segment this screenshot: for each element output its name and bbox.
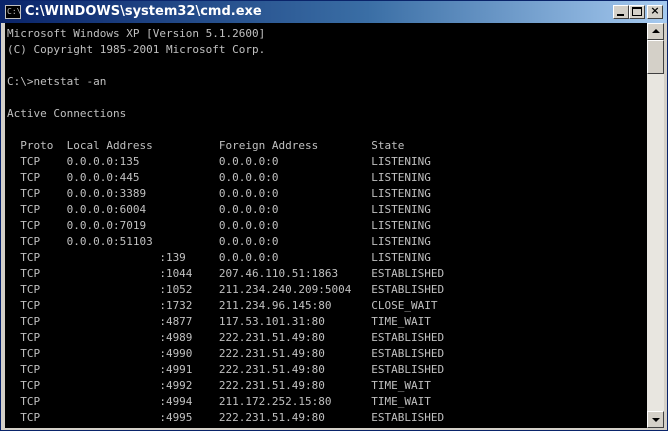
console-line: TCP 0.0.0.0:445 0.0.0.0:0 LISTENING	[7, 171, 431, 184]
console-line: TCP 0.0.0.0:7019 0.0.0.0:0 LISTENING	[7, 219, 431, 232]
console-line: (C) Copyright 1985-2001 Microsoft Corp.	[7, 43, 266, 56]
console-line: TCP :4991 222.231.51.49:80 ESTABLISHED	[7, 363, 445, 376]
scroll-up-button[interactable]	[647, 23, 664, 40]
console-line: TCP :1044 207.46.110.51:1863 ESTABLISHED	[7, 267, 445, 280]
console-line: C:\>netstat -an	[7, 75, 107, 88]
title-bar[interactable]: C:\ C:\WINDOWS\system32\cmd.exe ×	[1, 1, 667, 23]
close-icon: ×	[650, 4, 660, 17]
minimize-icon	[617, 14, 624, 16]
arrow-down-icon	[652, 418, 660, 422]
cmd-icon-label: C:\	[7, 7, 22, 16]
console-line: TCP 0.0.0.0:51103 0.0.0.0:0 LISTENING	[7, 235, 431, 248]
close-button[interactable]: ×	[647, 4, 663, 19]
bottom-frame	[1, 428, 667, 430]
console-line: TCP 0.0.0.0:6004 0.0.0.0:0 LISTENING	[7, 203, 431, 216]
console-line: TCP :4994 211.172.252.15:80 TIME_WAIT	[7, 395, 431, 408]
console-line: Active Connections	[7, 107, 127, 120]
console-line: TCP 0.0.0.0:135 0.0.0.0:0 LISTENING	[7, 155, 431, 168]
maximize-icon	[632, 7, 642, 16]
console-line: Microsoft Windows XP [Version 5.1.2600]	[7, 27, 266, 40]
console-line: TCP :4995 222.231.51.49:80 ESTABLISHED	[7, 411, 445, 424]
console-line: TCP :139 0.0.0.0:0 LISTENING	[7, 251, 431, 264]
console-output[interactable]: Microsoft Windows XP [Version 5.1.2600] …	[5, 23, 647, 428]
console-text: Microsoft Windows XP [Version 5.1.2600] …	[5, 23, 647, 426]
console-line: TCP :4877 117.53.101.31:80 TIME_WAIT	[7, 315, 431, 328]
vertical-scrollbar[interactable]	[647, 23, 664, 428]
window-title: C:\WINDOWS\system32\cmd.exe	[25, 4, 262, 19]
console-line: TCP :4990 222.231.51.49:80 ESTABLISHED	[7, 347, 445, 360]
scroll-thumb[interactable]	[647, 40, 664, 74]
console-line: TCP 0.0.0.0:3389 0.0.0.0:0 LISTENING	[7, 187, 431, 200]
arrow-up-icon	[652, 29, 660, 33]
console-line: TCP :1732 211.234.96.145:80 CLOSE_WAIT	[7, 299, 438, 312]
maximize-button[interactable]	[629, 5, 645, 19]
right-frame	[664, 23, 667, 428]
scroll-down-button[interactable]	[647, 411, 664, 428]
console-line: TCP :4989 222.231.51.49:80 ESTABLISHED	[7, 331, 445, 344]
cmd-window: C:\ C:\WINDOWS\system32\cmd.exe × Micros…	[0, 0, 668, 431]
console-line: TCP :1052 211.234.240.209:5004 ESTABLISH…	[7, 283, 445, 296]
cmd-icon[interactable]: C:\	[5, 5, 21, 19]
minimize-button[interactable]	[613, 5, 629, 19]
console-line: TCP :4992 222.231.51.49:80 TIME_WAIT	[7, 379, 431, 392]
console-line: Proto Local Address Foreign Address Stat…	[7, 139, 405, 152]
